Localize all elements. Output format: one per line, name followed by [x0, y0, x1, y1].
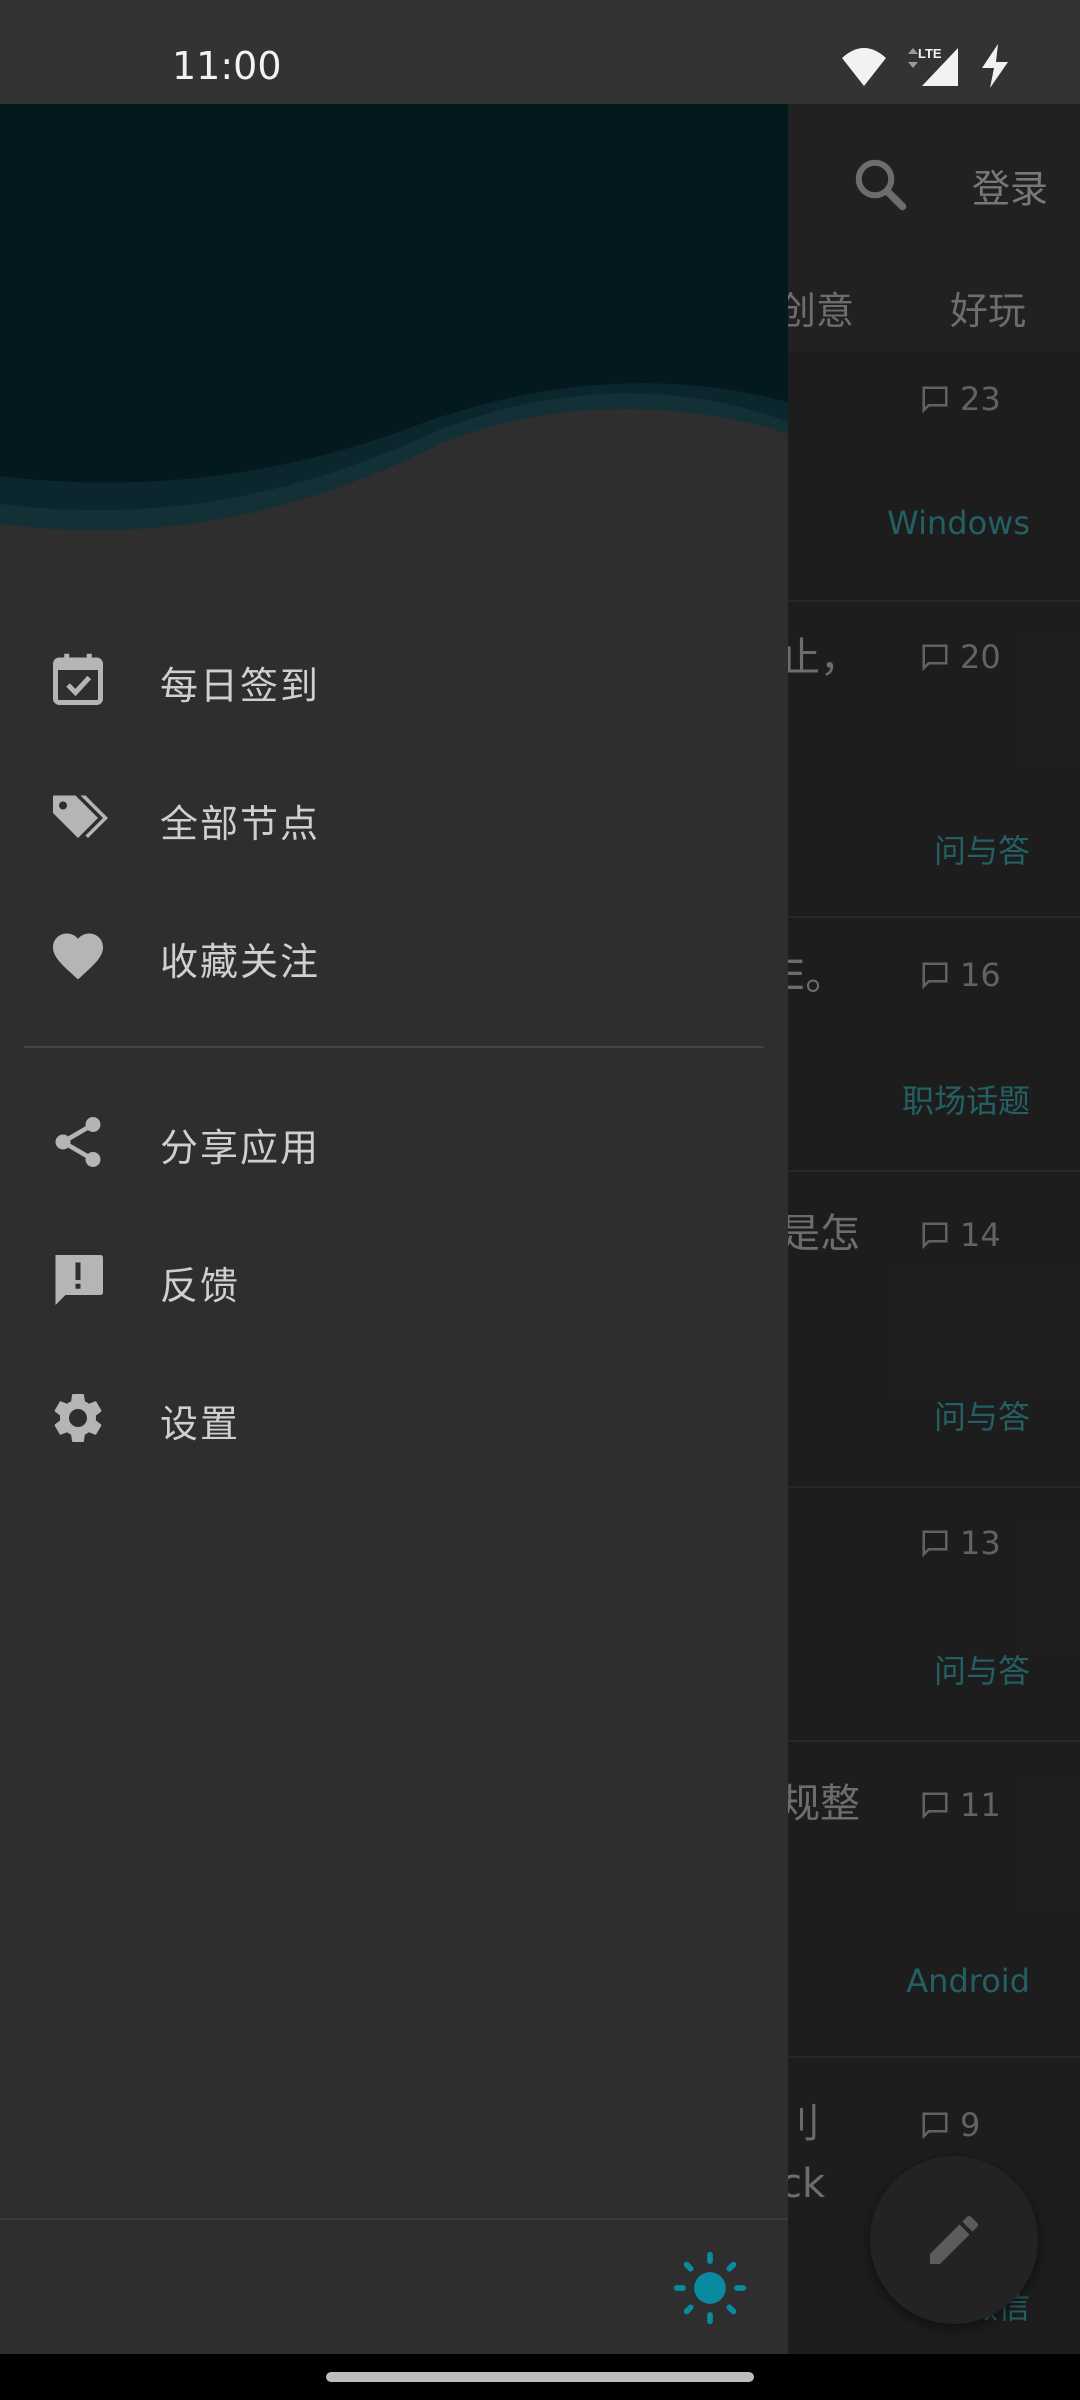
status-time: 11:00	[172, 44, 282, 88]
navigation-drawer: 每日签到 全部节点 收藏关注 分享应用 反馈 设置	[0, 104, 788, 2354]
status-bar: 11:00 LTE	[0, 0, 1080, 104]
drawer-item-label: 反馈	[160, 1264, 241, 1308]
sun-icon[interactable]	[672, 2250, 748, 2326]
drawer-divider	[24, 1046, 764, 1048]
drawer-header-wave	[0, 104, 788, 624]
drawer-item-label: 设置	[160, 1402, 241, 1446]
calendar-check-icon	[53, 653, 103, 705]
drawer-item-settings[interactable]: 设置	[0, 1349, 788, 1487]
share-icon	[55, 1117, 101, 1167]
drawer-item-feedback[interactable]: 反馈	[0, 1211, 788, 1349]
drawer-item-label: 分享应用	[160, 1126, 321, 1170]
home-indicator[interactable]	[326, 2372, 754, 2382]
drawer-item-daily-checkin[interactable]: 每日签到	[0, 611, 788, 749]
signal-icon: LTE	[908, 46, 958, 86]
battery-charging-icon	[982, 44, 1008, 88]
lte-label: LTE	[918, 46, 942, 61]
drawer-item-label: 全部节点	[160, 802, 321, 846]
drawer-footer	[0, 2218, 788, 2356]
gear-icon	[54, 1394, 102, 1442]
feedback-icon	[55, 1255, 103, 1305]
system-navigation-bar	[0, 2354, 1080, 2400]
heart-icon	[53, 933, 103, 980]
drawer-item-label: 每日签到	[160, 664, 321, 708]
drawer-item-share-app[interactable]: 分享应用	[0, 1073, 788, 1211]
drawer-item-label: 收藏关注	[160, 940, 321, 984]
drawer-item-all-nodes[interactable]: 全部节点	[0, 749, 788, 887]
wifi-icon	[842, 48, 886, 86]
drawer-item-favorites[interactable]: 收藏关注	[0, 887, 788, 1025]
tags-icon	[53, 795, 108, 838]
